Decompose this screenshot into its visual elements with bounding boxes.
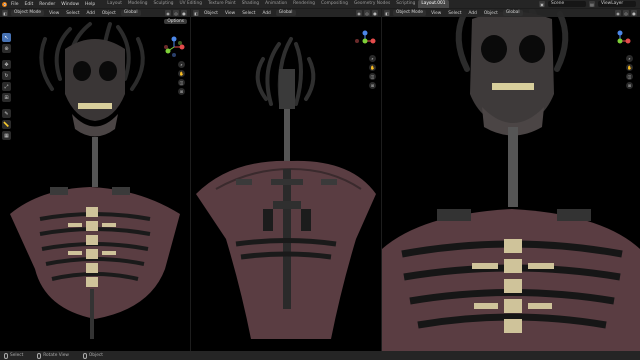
pan-hand-icon[interactable]: ✋ <box>626 64 633 71</box>
tab-geometry-nodes[interactable]: Geometry Nodes <box>351 0 393 8</box>
tab-sculpting[interactable]: Sculpting <box>150 0 176 8</box>
cursor-tool-icon[interactable]: ⊕ <box>2 44 11 53</box>
status-bar: Select Rotate View Object <box>0 351 640 360</box>
measure-tool-icon[interactable]: 📏 <box>2 120 11 129</box>
zoom-icon[interactable]: ⌕ <box>626 55 633 62</box>
pan-hand-icon[interactable]: ✋ <box>178 70 185 77</box>
transform-tool-icon[interactable]: ⊞ <box>2 93 11 102</box>
menu-render[interactable]: Render <box>36 2 58 7</box>
viewlayer-selector[interactable]: ViewLayer <box>598 1 636 7</box>
tab-animation[interactable]: Animation <box>262 0 290 8</box>
editor-type-icon[interactable]: ◧ <box>384 10 390 16</box>
perspective-grid-icon[interactable]: ⊞ <box>178 88 185 95</box>
zoom-icon[interactable]: ⌕ <box>369 55 376 62</box>
perspective-grid-icon[interactable]: ⊞ <box>626 82 633 89</box>
menu-view[interactable]: View <box>429 11 443 16</box>
shading-solid-icon[interactable]: ● <box>631 10 637 16</box>
tab-compositing[interactable]: Compositing <box>318 0 351 8</box>
overlay-icon[interactable]: ◎ <box>623 10 629 16</box>
tab-modeling[interactable]: Modeling <box>125 0 151 8</box>
viewlayer-icon[interactable]: ▤ <box>589 1 595 7</box>
tab-scripting[interactable]: Scripting <box>393 0 418 8</box>
menu-window[interactable]: Window <box>58 2 82 7</box>
top-menu-bar: File Edit Render Window Help Layout Mode… <box>0 0 640 8</box>
annotate-tool-icon[interactable]: ✎ <box>2 109 11 118</box>
transform-orientation[interactable]: Global <box>120 10 141 16</box>
overlay-icon[interactable]: ◎ <box>364 10 370 16</box>
tab-rendering[interactable]: Rendering <box>290 0 318 8</box>
overlay-icon[interactable]: ◎ <box>173 10 179 16</box>
tool-shelf: ↖ ⊕ ✥ ↻ ⤢ ⊞ ✎ 📏 ▦ <box>2 33 11 140</box>
menu-select[interactable]: Select <box>446 11 463 16</box>
scene-icon[interactable]: ▣ <box>539 1 545 7</box>
perspective-grid-icon[interactable]: ⊞ <box>369 82 376 89</box>
tab-uv-editing[interactable]: UV Editing <box>177 0 205 8</box>
menu-view[interactable]: View <box>47 11 61 16</box>
navigation-gizmo[interactable] <box>353 29 377 53</box>
editor-type-icon[interactable]: ◧ <box>2 10 8 16</box>
model-render-back <box>196 37 376 339</box>
model-render-front-left <box>10 22 180 339</box>
options-button[interactable]: Options <box>164 19 187 24</box>
visibility-icon[interactable]: ◉ <box>165 10 171 16</box>
pan-hand-icon[interactable]: ✋ <box>369 64 376 71</box>
menu-object[interactable]: Object <box>482 11 500 16</box>
viewport-left[interactable]: ◧ Object Mode View Select Add Object Glo… <box>0 9 190 351</box>
tab-texture-paint[interactable]: Texture Paint <box>205 0 239 8</box>
mode-select[interactable]: Object Mode <box>393 10 427 16</box>
move-tool-icon[interactable]: ✥ <box>2 60 11 69</box>
scale-tool-icon[interactable]: ⤢ <box>2 82 11 91</box>
nav-buttons: ⌕ ✋ ◫ ⊞ <box>369 55 376 89</box>
nav-buttons: ⌕ ✋ ◫ ⊞ <box>178 61 185 95</box>
camera-icon[interactable]: ◫ <box>626 73 633 80</box>
menu-select[interactable]: Select <box>240 11 257 16</box>
menu-add[interactable]: Add <box>260 11 272 16</box>
add-cube-tool-icon[interactable]: ▦ <box>2 131 11 140</box>
select-tool-icon[interactable]: ↖ <box>2 33 11 42</box>
mouse-middle-icon <box>37 352 42 359</box>
menu-object[interactable]: Object <box>100 11 118 16</box>
viewport-header: ◧ Object Mode View Select Add Object Glo… <box>0 9 190 17</box>
visibility-icon[interactable]: ◉ <box>615 10 621 16</box>
shading-solid-icon[interactable]: ● <box>181 10 187 16</box>
camera-icon[interactable]: ◫ <box>178 79 185 86</box>
status-select: Select <box>4 352 23 359</box>
visibility-icon[interactable]: ◉ <box>356 10 362 16</box>
editor-type-icon[interactable]: ◧ <box>193 10 199 16</box>
camera-icon[interactable]: ◫ <box>369 73 376 80</box>
model-render-front-closeup <box>382 9 640 351</box>
blender-logo-icon[interactable] <box>0 0 8 8</box>
mouse-left-icon <box>4 352 8 359</box>
shading-solid-icon[interactable]: ● <box>372 10 378 16</box>
status-object: Object <box>82 352 103 359</box>
tab-shading[interactable]: Shading <box>239 0 262 8</box>
menu-help[interactable]: Help <box>82 2 98 7</box>
transform-orientation[interactable]: Global <box>275 10 296 16</box>
menu-edit[interactable]: Edit <box>22 2 37 7</box>
viewport-right[interactable]: ◧ Object Mode View Select Add Object Glo… <box>382 9 640 351</box>
status-rotate: Rotate View <box>37 352 69 359</box>
mode-select[interactable]: Object Mode <box>11 10 45 16</box>
menu-view[interactable]: View <box>223 11 237 16</box>
scene-selector[interactable]: Scene <box>548 1 586 7</box>
transform-orientation[interactable]: Global <box>502 10 523 16</box>
menu-add[interactable]: Add <box>85 11 97 16</box>
rotate-tool-icon[interactable]: ↻ <box>2 71 11 80</box>
navigation-gizmo[interactable] <box>162 35 186 59</box>
tab-layout[interactable]: Layout <box>104 0 125 8</box>
viewport-header: ◧ Object Mode View Select Add Object Glo… <box>382 9 640 17</box>
mouse-right-icon <box>82 352 87 359</box>
menu-add[interactable]: Add <box>467 11 479 16</box>
viewport-header: ◧ Object View Select Add Global ◉ ◎ ● <box>191 9 381 17</box>
nav-buttons: ⌕ ✋ ◫ ⊞ <box>626 55 633 89</box>
zoom-icon[interactable]: ⌕ <box>178 61 185 68</box>
menu-object[interactable]: Object <box>202 11 220 16</box>
viewport-middle[interactable]: ◧ Object View Select Add Global ◉ ◎ ● ⌕ … <box>191 9 381 351</box>
navigation-gizmo[interactable] <box>608 29 632 53</box>
menu-select[interactable]: Select <box>64 11 81 16</box>
menu-file[interactable]: File <box>8 2 22 7</box>
tab-layout-001[interactable]: Layout.001 <box>418 0 449 8</box>
